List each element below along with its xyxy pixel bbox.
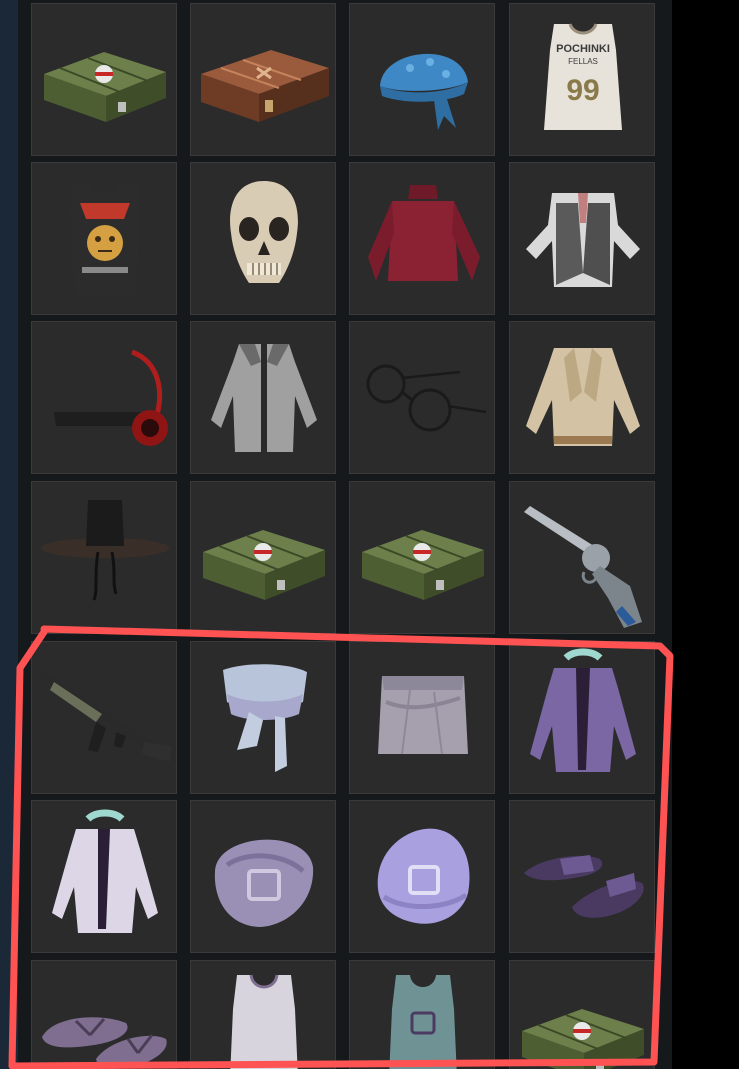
inventory-item-towel-turban[interactable]	[190, 800, 336, 953]
inventory-item-pochinki-jersey[interactable]: POCHINKI FELLAS 99	[509, 3, 655, 156]
revolver-icon	[524, 506, 642, 628]
inventory-item-white-tank-top[interactable]	[190, 960, 336, 1069]
purple-bathrobe-icon	[530, 648, 636, 772]
inventory-item-white-bathrobe[interactable]	[31, 800, 177, 953]
jersey-name: POCHINKI	[556, 43, 610, 55]
inventory-item-purple-slippers[interactable]	[509, 800, 655, 953]
plaid-vest-shirt-icon	[526, 193, 640, 287]
inventory-item-flip-flops[interactable]	[31, 960, 177, 1069]
military-crate-icon	[44, 52, 166, 122]
military-crate-icon	[522, 1009, 644, 1069]
inventory-item-copper-crate[interactable]	[190, 3, 336, 156]
assault-rifle-icon	[38, 672, 172, 762]
inventory-item-assault-rifle[interactable]	[31, 641, 177, 794]
inventory-item-blue-bandana[interactable]	[349, 3, 495, 156]
skull-mask-icon	[230, 181, 298, 283]
inventory-screen: POCHINKI FELLAS 99	[0, 0, 739, 1069]
inventory-item-leopard-tank-top[interactable]	[31, 162, 177, 315]
beanie-headphones-icon	[54, 349, 168, 446]
lavender-towel-turban-icon	[377, 828, 470, 924]
military-crate-icon	[362, 530, 484, 600]
inventory-item-military-crate[interactable]	[349, 481, 495, 634]
copper-crate-icon	[201, 50, 329, 122]
inventory-item-military-crate[interactable]	[509, 960, 655, 1069]
purple-slippers-icon	[524, 855, 644, 918]
inventory-item-towel-skirt[interactable]	[349, 641, 495, 794]
grey-jacket-icon	[211, 344, 317, 452]
lavender-scarf-icon	[223, 664, 307, 772]
blue-bandana-icon	[380, 53, 468, 130]
white-bathrobe-icon	[52, 809, 158, 933]
inventory-item-round-glasses[interactable]	[349, 321, 495, 474]
wide-brim-hat-icon	[41, 500, 169, 601]
inventory-item-beanie-headphones[interactable]	[31, 321, 177, 474]
pochinki-jersey-icon: POCHINKI FELLAS 99	[544, 23, 622, 130]
towel-skirt-icon	[378, 676, 468, 755]
inventory-item-beige-blazer[interactable]	[509, 321, 655, 474]
towel-turban-icon	[214, 839, 314, 927]
inventory-item-red-turtleneck[interactable]	[349, 162, 495, 315]
beige-blazer-icon	[526, 348, 640, 446]
inventory-item-plaid-vest-shirt[interactable]	[509, 162, 655, 315]
white-tank-top-icon	[230, 974, 298, 1069]
inventory-item-skull-mask[interactable]	[190, 162, 336, 315]
inventory-item-wide-brim-hat[interactable]	[31, 481, 177, 634]
inventory-item-teal-tank-top[interactable]	[349, 960, 495, 1069]
jersey-number: 99	[566, 74, 599, 107]
inventory-item-lavender-towel-turban[interactable]	[349, 800, 495, 953]
round-glasses-icon	[366, 364, 487, 432]
inventory-item-revolver[interactable]	[509, 481, 655, 634]
military-crate-icon	[203, 530, 325, 600]
inventory-item-grey-jacket[interactable]	[190, 321, 336, 474]
red-turtleneck-icon	[368, 185, 480, 281]
inventory-item-purple-bathrobe[interactable]	[509, 641, 655, 794]
inventory-item-lavender-scarf[interactable]	[190, 641, 336, 794]
leopard-tank-top-icon	[70, 183, 140, 295]
teal-tank-top-icon	[389, 975, 457, 1069]
jersey-subtitle: FELLAS	[568, 57, 598, 66]
flip-flops-icon	[42, 1017, 167, 1069]
left-sidebar-strip	[0, 0, 18, 1069]
inventory-item-military-crate[interactable]	[31, 3, 177, 156]
inventory-item-military-crate[interactable]	[190, 481, 336, 634]
